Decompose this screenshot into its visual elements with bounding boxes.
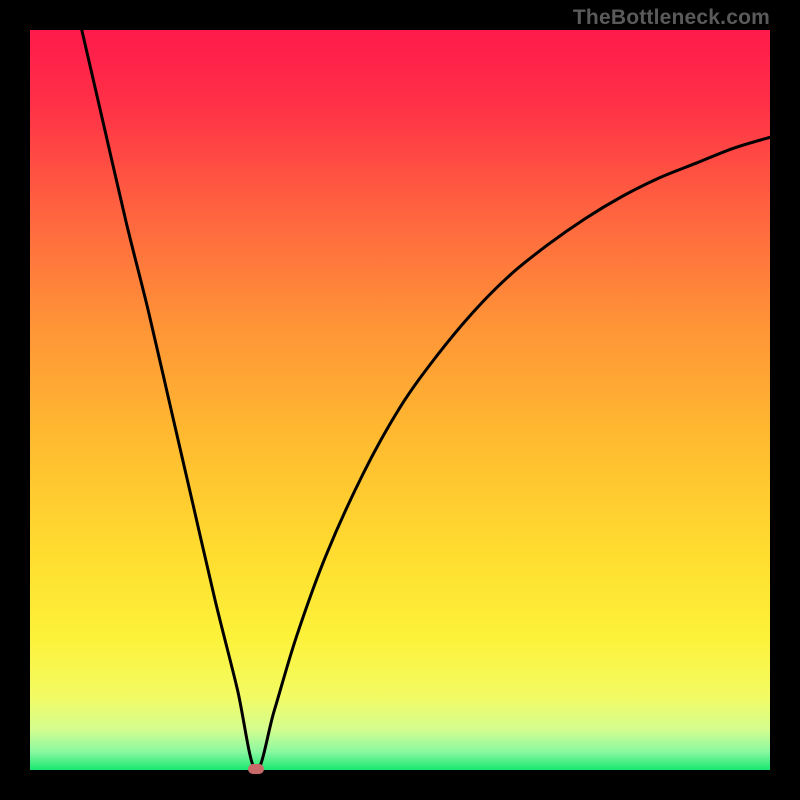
- plot-area: [30, 30, 770, 770]
- optimum-marker: [248, 764, 264, 774]
- bottleneck-curve: [82, 30, 770, 770]
- curve-layer: [30, 30, 770, 770]
- chart-container: TheBottleneck.com: [0, 0, 800, 800]
- watermark-text: TheBottleneck.com: [573, 6, 770, 30]
